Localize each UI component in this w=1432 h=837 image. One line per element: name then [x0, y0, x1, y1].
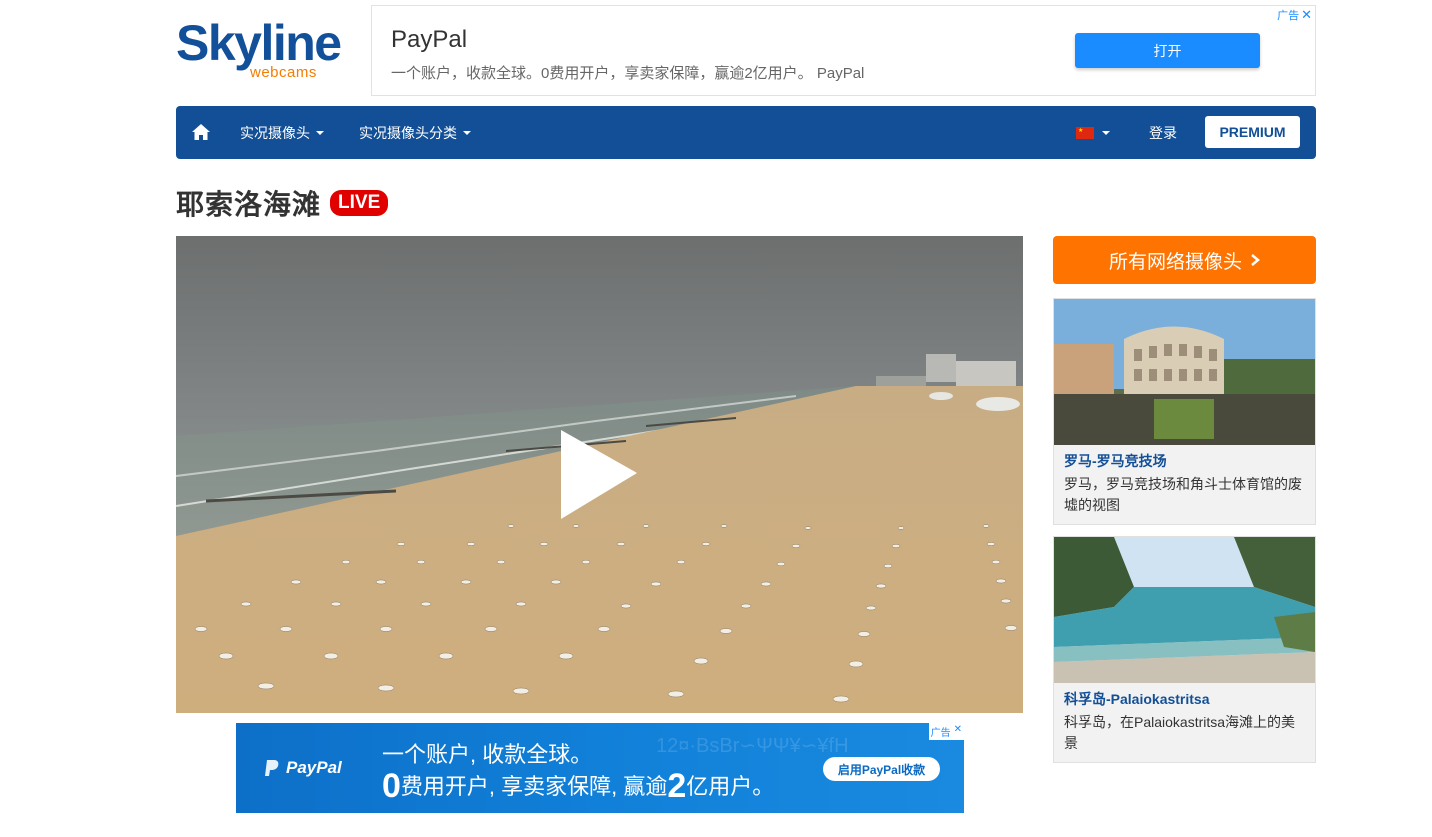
- top-ad-banner[interactable]: PayPal 一个账户，收款全球。0费用开户，享卖家保障，赢逾2亿用户。 Pay…: [371, 5, 1316, 96]
- nav-webcam-categories[interactable]: 实况摄像头分类: [359, 123, 471, 143]
- site-logo[interactable]: Skyline webcams: [176, 18, 346, 82]
- live-badge: LIVE: [330, 190, 389, 216]
- bottom-ad-banner[interactable]: 12¤·BsBr∽ΨΨ¥∽¥fH PayPal 一个账户, 收款全球。 0费用开…: [236, 723, 964, 813]
- chevron-down-icon: [316, 131, 324, 135]
- bottom-ad-cta-button[interactable]: 启用PayPal收款: [823, 757, 940, 781]
- card-description-rome: 罗马，罗马竞技场和角斗士体育馆的废墟的视图: [1064, 476, 1302, 513]
- page-title: 耶索洛海滩: [176, 189, 322, 220]
- top-ad-title: PayPal: [391, 26, 468, 53]
- bottom-ad-zero: 0: [382, 767, 401, 805]
- beach-scene-image: [176, 236, 1023, 713]
- card-title-corfu[interactable]: 科孚岛-Palaiokastritsa: [1054, 683, 1315, 709]
- rome-colosseum-thumbnail: [1054, 299, 1315, 445]
- top-ad-open-button[interactable]: 打开: [1075, 33, 1260, 68]
- webcam-card-rome[interactable]: 罗马-罗马竞技场 罗马，罗马竞技场和角斗士体育馆的废墟的视图: [1053, 298, 1316, 525]
- page-title-row: 耶索洛海滩 LIVE: [176, 183, 389, 223]
- top-ad-description: 一个账户，收款全球。0费用开户，享卖家保障，赢逾2亿用户。 PayPal: [391, 65, 865, 82]
- all-webcams-label: 所有网络摄像头: [1108, 251, 1242, 273]
- login-link[interactable]: 登录: [1149, 123, 1177, 143]
- logo-sub-text: webcams: [250, 64, 317, 81]
- ad-background-pattern: 12¤·BsBr∽ΨΨ¥∽¥fH: [656, 735, 849, 757]
- ad-badge-label: 广告: [930, 728, 951, 739]
- card-title-rome[interactable]: 罗马-罗马竞技场: [1054, 445, 1315, 471]
- language-chevron-down-icon[interactable]: [1102, 131, 1110, 135]
- chevron-down-icon: [463, 131, 471, 135]
- bottom-ad-line-1: 一个账户, 收款全球。: [382, 742, 593, 767]
- page: Skyline webcams PayPal 一个账户，收款全球。0费用开户，享…: [0, 0, 1432, 837]
- card-description-corfu: 科孚岛，在Palaiokastritsa海滩上的美景: [1064, 714, 1296, 751]
- all-webcams-button[interactable]: 所有网络摄像头: [1053, 236, 1316, 284]
- ad-badge-label: 广告: [1277, 10, 1300, 22]
- main-navbar: 实况摄像头 实况摄像头分类 ★ 登录 PREMIUM: [176, 106, 1316, 159]
- bottom-ad-two: 2: [667, 767, 687, 805]
- china-flag-icon[interactable]: ★: [1076, 127, 1094, 139]
- webcam-card-corfu[interactable]: 科孚岛-Palaiokastritsa 科孚岛，在Palaiokastritsa…: [1053, 536, 1316, 763]
- nav-live-webcams-label: 实况摄像头: [240, 125, 310, 141]
- flag-star-icon: ★: [1078, 128, 1084, 134]
- corfu-bay-thumbnail: [1054, 537, 1315, 683]
- paypal-logo: PayPal: [264, 758, 342, 778]
- ad-choices[interactable]: 广告 ✕: [928, 723, 964, 740]
- ad-choices[interactable]: 广告 ✕: [1277, 7, 1312, 23]
- bottom-ad-line-2-text-a: 费用开户, 享卖家保障, 赢逾: [400, 774, 668, 799]
- chevron-right-icon: [1251, 254, 1260, 266]
- nav-webcam-categories-label: 实况摄像头分类: [359, 125, 457, 141]
- premium-button[interactable]: PREMIUM: [1205, 116, 1300, 148]
- webcam-video-player[interactable]: [176, 236, 1023, 713]
- close-icon[interactable]: ✕: [954, 724, 962, 739]
- bottom-ad-brand: PayPal: [286, 758, 342, 777]
- logo-main-text: Skyline: [176, 15, 342, 71]
- nav-live-webcams[interactable]: 实况摄像头: [240, 123, 324, 143]
- bottom-ad-line-2: 0费用开户, 享卖家保障, 赢逾2亿用户。: [382, 767, 774, 806]
- home-icon[interactable]: [191, 123, 211, 141]
- paypal-icon: [265, 760, 279, 776]
- close-icon[interactable]: ✕: [1301, 7, 1312, 23]
- bottom-ad-line-2-text-b: 亿用户。: [686, 774, 775, 799]
